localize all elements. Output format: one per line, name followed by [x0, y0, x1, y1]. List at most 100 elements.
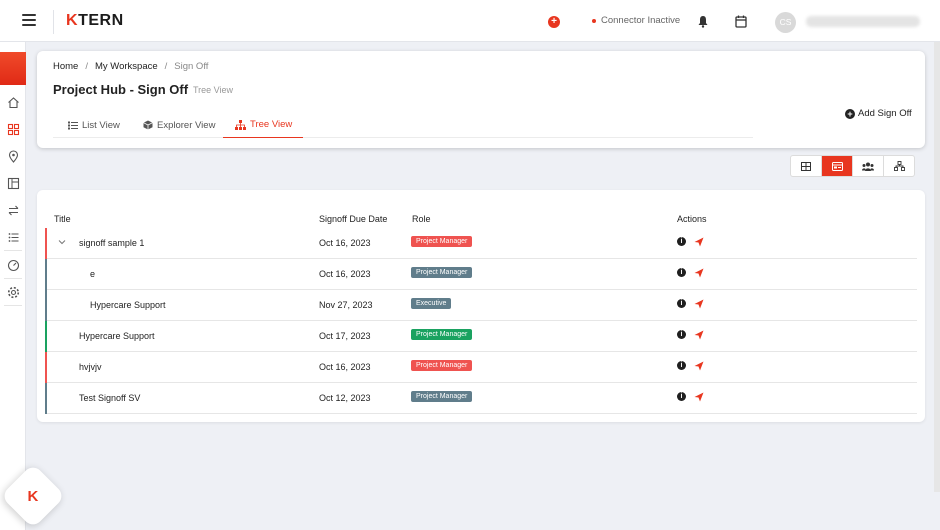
breadcrumb-current: Sign Off — [174, 61, 209, 72]
top-bar: KTERN + Connector Inactive CS — [0, 0, 940, 42]
column-header-title: Title — [54, 214, 71, 224]
list-icon — [68, 121, 78, 129]
tab-list-view[interactable]: List View — [68, 112, 120, 138]
info-icon[interactable]: i — [677, 299, 686, 308]
card-view-button[interactable] — [822, 156, 853, 176]
row-due-date: Oct 16, 2023 — [319, 362, 371, 372]
role-badge: Project Manager — [411, 360, 473, 371]
row-status-bar — [45, 259, 47, 290]
page-subtitle: Tree View — [193, 85, 234, 95]
breadcrumb: Home / My Workspace / Sign Off — [53, 61, 209, 72]
connector-status[interactable]: Connector Inactive — [601, 15, 680, 26]
sidebar-divider — [4, 250, 22, 251]
info-icon[interactable]: i — [677, 268, 686, 277]
row-status-bar — [45, 383, 47, 414]
table-row[interactable]: Test Signoff SV Oct 12, 2023 Project Man… — [45, 383, 917, 414]
calendar-icon[interactable] — [735, 15, 747, 28]
row-due-date: Oct 12, 2023 — [319, 393, 371, 403]
role-badge: Project Manager — [411, 236, 473, 247]
row-status-bar — [45, 290, 47, 321]
row-title[interactable]: e — [90, 269, 95, 279]
send-icon[interactable] — [694, 330, 704, 340]
table-row[interactable]: signoff sample 1 Oct 16, 2023 Project Ma… — [45, 228, 917, 259]
add-signoff-label: Add Sign Off — [858, 108, 912, 119]
add-signoff-button[interactable]: + Add Sign Off — [845, 108, 912, 119]
info-icon[interactable]: i — [677, 361, 686, 370]
breadcrumb-home[interactable]: Home — [53, 61, 78, 72]
row-status-bar — [45, 352, 47, 383]
column-header-actions: Actions — [677, 214, 707, 224]
send-icon[interactable] — [694, 299, 704, 309]
column-header-role: Role — [412, 214, 431, 224]
tab-label: List View — [82, 119, 120, 131]
dashboard-icon[interactable] — [7, 259, 20, 272]
row-due-date: Oct 16, 2023 — [319, 269, 371, 279]
plus-icon: + — [845, 108, 855, 119]
role-badge: Project Manager — [411, 267, 473, 278]
breadcrumb-workspace[interactable]: My Workspace — [95, 61, 158, 72]
row-due-date: Oct 16, 2023 — [319, 238, 371, 248]
tab-explorer-view[interactable]: Explorer View — [143, 112, 215, 138]
card-icon — [831, 161, 843, 171]
tab-label: Explorer View — [157, 119, 216, 131]
table-row[interactable]: e Oct 16, 2023 Project Manager i — [45, 259, 917, 290]
row-title[interactable]: hvjvjv — [79, 362, 102, 372]
send-icon[interactable] — [694, 392, 704, 402]
avatar[interactable]: CS — [775, 12, 796, 33]
grid-icon[interactable] — [7, 123, 20, 136]
info-icon[interactable]: i — [677, 392, 686, 401]
row-status-bar — [45, 228, 47, 259]
role-badge: Executive — [411, 298, 452, 309]
row-status-bar — [45, 321, 47, 352]
row-title[interactable]: Hypercare Support — [79, 331, 155, 341]
view-tabs: List View Explorer View Tree View — [53, 112, 753, 138]
divider — [53, 10, 54, 34]
users-view-button[interactable] — [853, 156, 884, 176]
table-view-button[interactable] — [791, 156, 822, 176]
send-icon[interactable] — [694, 268, 704, 278]
users-icon — [862, 162, 874, 171]
bell-icon[interactable] — [697, 15, 709, 28]
home-icon[interactable] — [7, 96, 20, 109]
cube-icon — [143, 120, 153, 130]
row-title[interactable]: Hypercare Support — [90, 300, 166, 310]
row-due-date: Nov 27, 2023 — [319, 300, 373, 310]
list-icon[interactable] — [7, 231, 20, 244]
role-badge: Project Manager — [411, 391, 473, 402]
scrollbar[interactable] — [934, 42, 940, 492]
sidebar — [0, 42, 26, 530]
hierarchy-icon — [893, 161, 905, 171]
send-icon[interactable] — [694, 361, 704, 371]
table-row[interactable]: Hypercare Support Oct 17, 2023 Project M… — [45, 321, 917, 352]
menu-icon[interactable] — [22, 14, 36, 26]
board-icon[interactable] — [7, 177, 20, 190]
view-toggle-group — [790, 155, 915, 177]
row-title[interactable]: signoff sample 1 — [79, 238, 144, 248]
sidebar-divider — [4, 278, 22, 279]
transfer-icon[interactable] — [7, 204, 20, 217]
app-logo[interactable]: KTERN — [66, 12, 124, 30]
gear-icon[interactable] — [7, 286, 20, 299]
add-circle-icon[interactable]: + — [548, 16, 560, 28]
page-header-card: Home / My Workspace / Sign Off Project Hub -… — [37, 51, 925, 148]
row-title[interactable]: Test Signoff SV — [79, 393, 140, 403]
tab-tree-view[interactable]: Tree View — [223, 112, 303, 138]
hierarchy-view-button[interactable] — [884, 156, 914, 176]
signoff-table-card: Title Signoff Due Date Role Actions sign… — [37, 190, 925, 422]
info-icon[interactable]: i — [677, 237, 686, 246]
role-badge: Project Manager — [411, 329, 473, 340]
location-icon[interactable] — [7, 150, 20, 163]
info-icon[interactable]: i — [677, 330, 686, 339]
connector-status-dot — [592, 19, 596, 23]
table-row[interactable]: Hypercare Support Nov 27, 2023 Executive… — [45, 290, 917, 321]
table-icon — [801, 161, 811, 171]
chevron-down-icon[interactable] — [58, 238, 66, 246]
column-header-due-date: Signoff Due Date — [319, 214, 388, 224]
table-row[interactable]: hvjvjv Oct 16, 2023 Project Manager i — [45, 352, 917, 383]
sidebar-accent — [0, 52, 26, 85]
user-name-redacted[interactable] — [806, 16, 920, 27]
send-icon[interactable] — [694, 237, 704, 247]
page-title: Project Hub - Sign Off — [53, 82, 189, 97]
sidebar-divider — [4, 305, 22, 306]
tab-label: Tree View — [250, 119, 293, 130]
